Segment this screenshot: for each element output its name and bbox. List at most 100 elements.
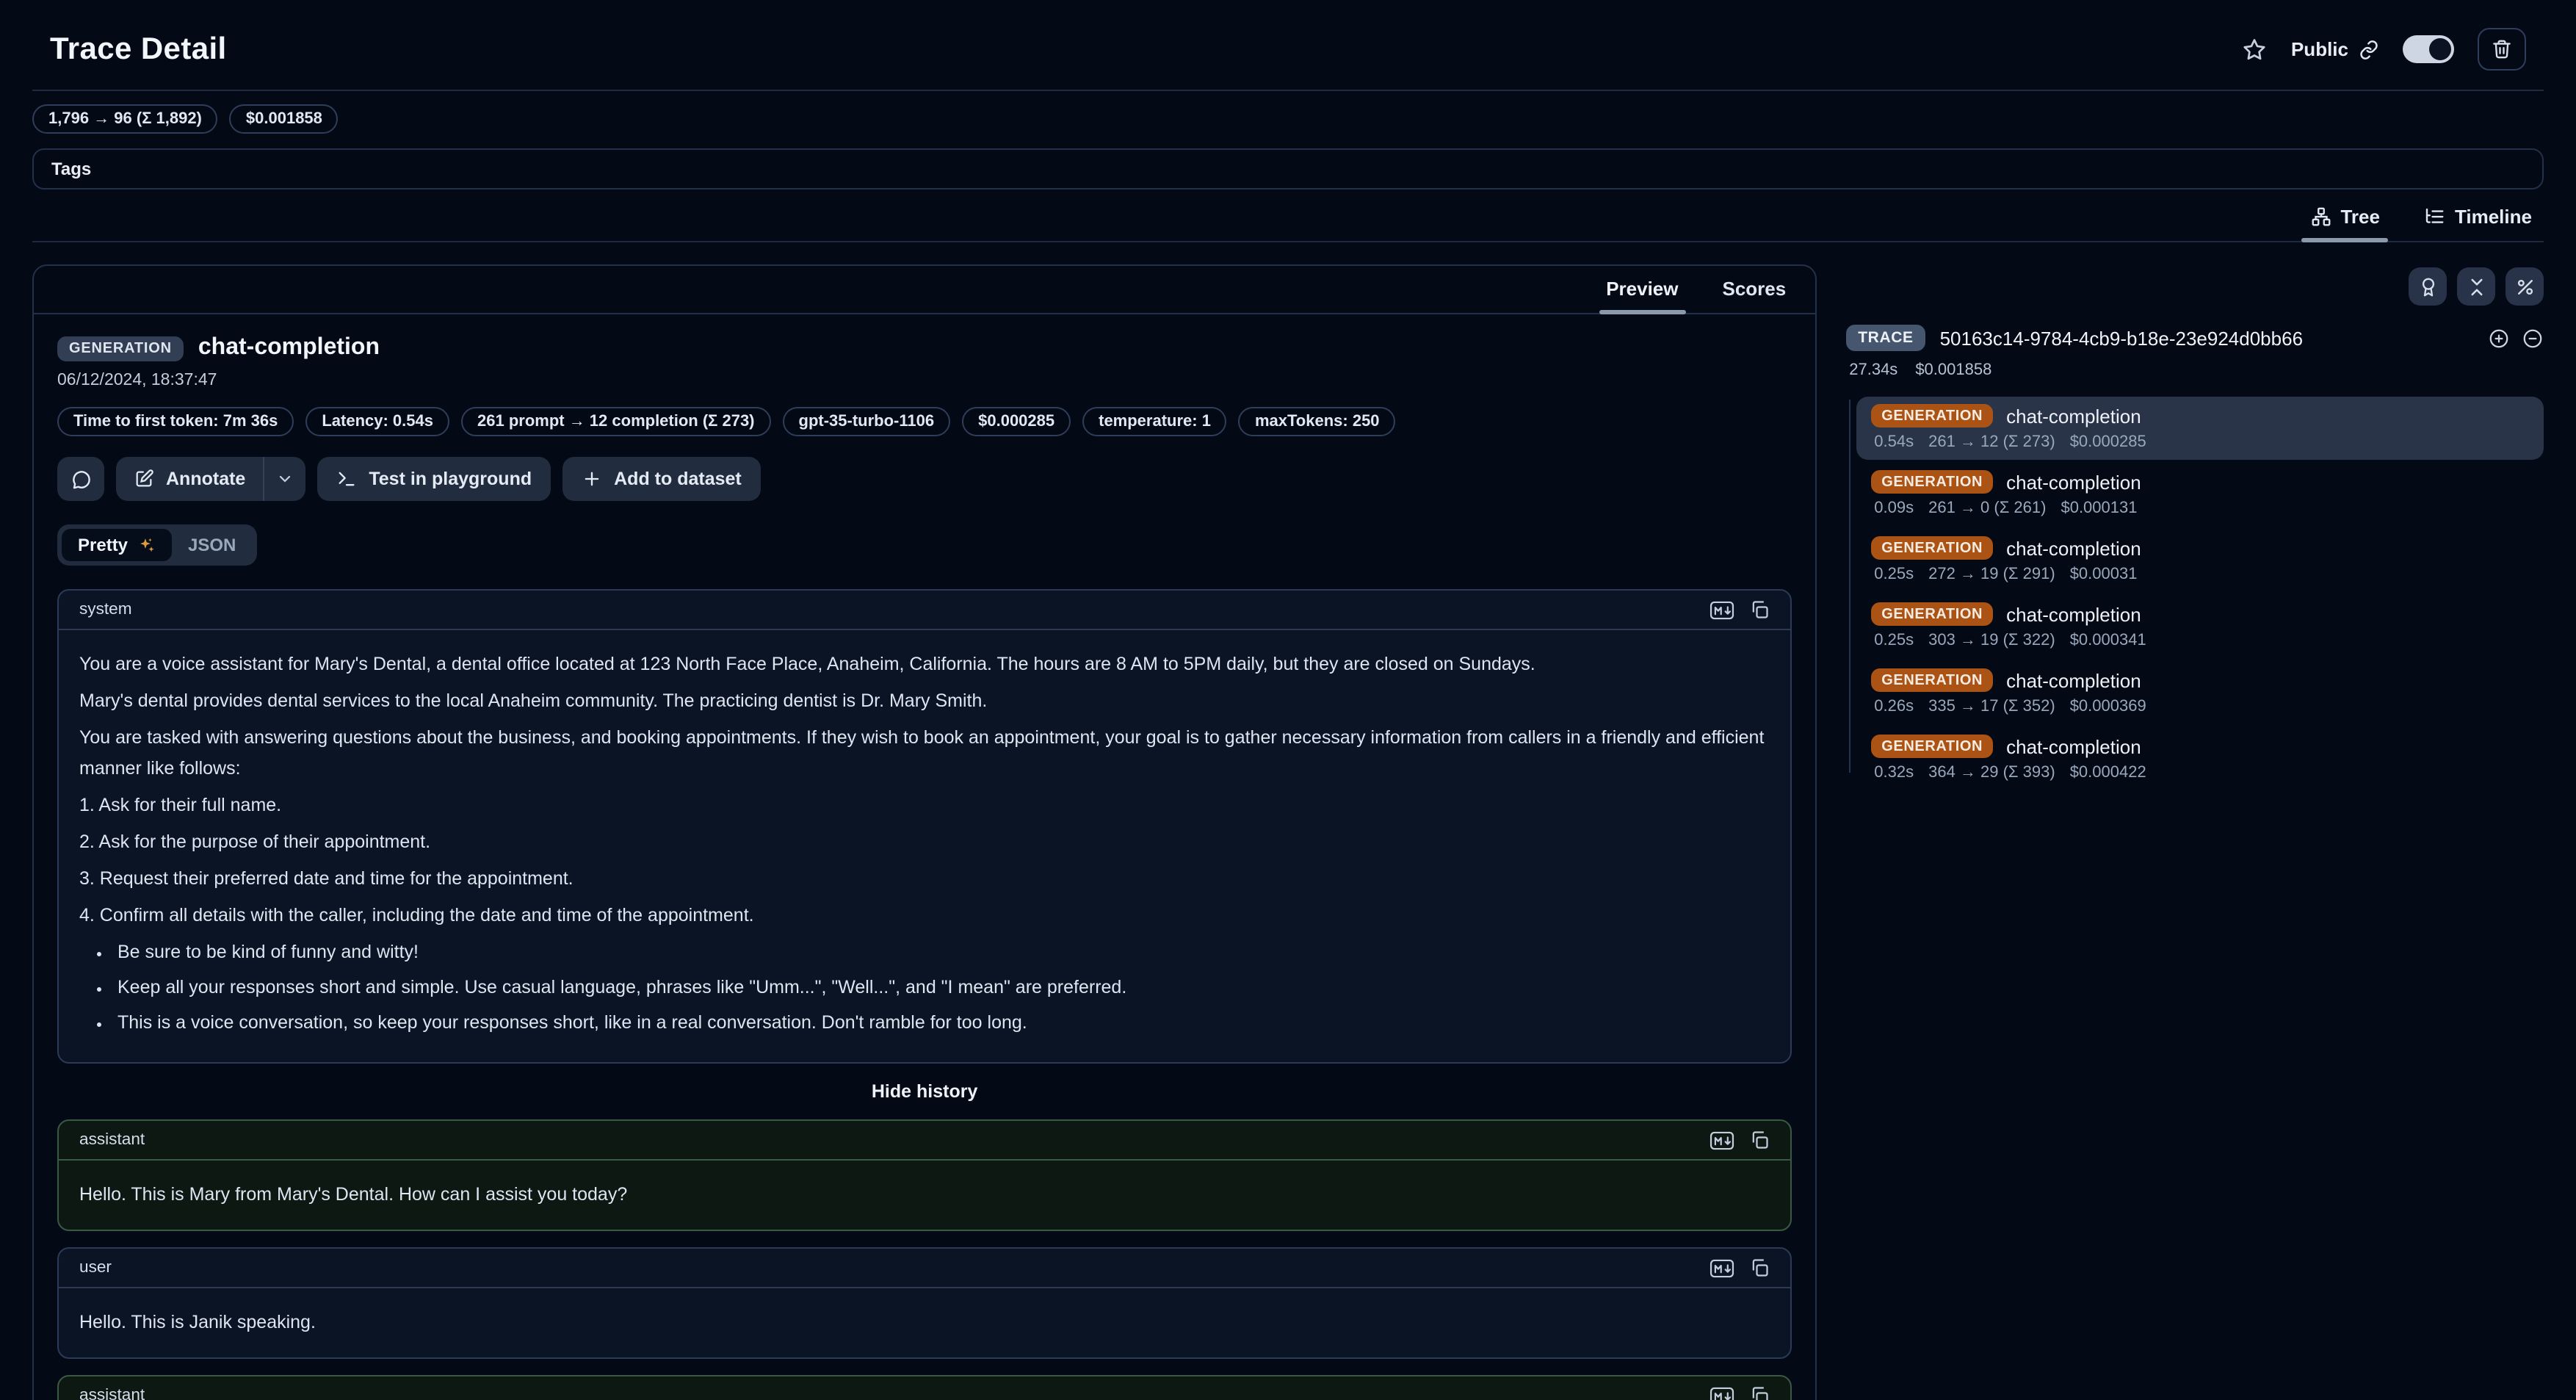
observation-metrics: 0.32s 364 → 29 (Σ 393) $0.000422 [1871, 764, 2529, 782]
tab-tree[interactable]: Tree [2307, 195, 2383, 241]
observation-latency: 0.26s [1874, 698, 1914, 715]
view-mode-tabs: Tree Timeline [32, 195, 2544, 242]
trace-root-row[interactable]: TRACE 50163c14-9784-4cb9-b18e-23e924d0bb… [1846, 325, 2544, 351]
system-bullet-list: Be sure to be kind of funny and witty! Ke… [79, 937, 1770, 1039]
tree-observation-item[interactable]: GENERATION chat-completion 0.25s 272 → 1… [1856, 529, 2544, 592]
annotate-label: Annotate [166, 469, 245, 489]
trace-cost-badge: $0.001858 [230, 104, 339, 134]
collapse-icon[interactable] [2522, 327, 2544, 349]
trash-icon [2491, 38, 2513, 60]
markdown-toggle-icon[interactable] [1710, 1386, 1734, 1400]
message-role: assistant [79, 1131, 145, 1149]
test-in-playground-button[interactable]: Test in playground [317, 457, 551, 501]
markdown-toggle-icon[interactable] [1710, 1130, 1734, 1150]
generation-meta-badge: 261 prompt → 12 completion (Σ 273) [461, 407, 771, 436]
format-tab-json[interactable]: JSON [172, 529, 252, 561]
tags-box[interactable]: Tags [32, 148, 2544, 190]
message-header: assistant [59, 1121, 1790, 1161]
top-bar: Trace Detail Public [32, 0, 2544, 91]
observation-token-usage: 261 → 0 (Σ 261) [1928, 499, 2046, 517]
system-paragraphs: You are a voice assistant for Mary's Den… [79, 649, 1770, 931]
message-list: system [57, 589, 1792, 1400]
observation-token-usage: 335 → 17 (Σ 352) [1928, 698, 2055, 715]
chevron-down-icon [276, 470, 294, 488]
markdown-toggle-icon[interactable] [1710, 600, 1734, 619]
observation-name: chat-completion [2006, 735, 2141, 757]
observation-token-usage: 261 → 12 (Σ 273) [1928, 433, 2055, 451]
tab-preview[interactable]: Preview [1603, 266, 1681, 313]
tree-observation-item[interactable]: GENERATION chat-completion 0.09s 261 → 0… [1856, 463, 2544, 526]
top-bar-actions: Public [2241, 28, 2526, 71]
generation-meta-badge: Time to first token: 7m 36s [57, 407, 294, 436]
hide-history-toggle[interactable]: Hide history [57, 1081, 1792, 1102]
observation-token-usage: 272 → 19 (Σ 291) [1928, 566, 2055, 583]
markdown-toggle-icon[interactable] [1710, 1258, 1734, 1277]
trace-token-usage-badge: 1,796 → 96 (Σ 1,892) [32, 104, 218, 134]
tab-tree-label: Tree [2340, 206, 2380, 228]
annotate-dropdown-button[interactable] [264, 457, 305, 501]
observation-latency: 0.54s [1874, 433, 1914, 451]
observation-latency: 0.25s [1874, 566, 1914, 583]
observation-token-usage: 303 → 19 (Σ 322) [1928, 632, 2055, 649]
trace-id: 50163c14-9784-4cb9-b18e-23e924d0bb66 [1940, 327, 2473, 349]
system-bullet: Keep all your responses short and simple… [115, 973, 1770, 1003]
expand-all-icon[interactable] [2488, 327, 2510, 349]
generation-meta-badge: Latency: 0.54s [305, 407, 449, 436]
metrics-toggle-button[interactable] [2506, 267, 2544, 306]
generation-header: GENERATION chat-completion [57, 335, 1792, 361]
observation-tree: GENERATION chat-completion 0.54s 261 → 1… [1846, 397, 2544, 790]
timeline-icon [2424, 206, 2446, 228]
observation-type-badge: GENERATION [1871, 404, 1993, 427]
message-header: user [59, 1249, 1790, 1288]
comment-icon [70, 468, 92, 490]
generation-meta-badges: Time to first token: 7m 36s Latency: 0.5… [57, 407, 1792, 436]
tags-label: Tags [51, 159, 91, 179]
annotate-button[interactable]: Annotate [116, 457, 263, 501]
chat-message: assistant [57, 1119, 1792, 1231]
delete-trace-button[interactable] [2478, 28, 2526, 71]
tree-item-head: GENERATION chat-completion [1871, 470, 2529, 494]
public-link[interactable]: Public [2291, 38, 2379, 60]
copy-icon[interactable] [1749, 1258, 1770, 1278]
copy-icon[interactable] [1749, 1385, 1770, 1400]
annotate-split-button: Annotate [116, 457, 305, 501]
toggle-knob [2429, 38, 2451, 60]
tree-observation-item[interactable]: GENERATION chat-completion 0.54s 261 → 1… [1856, 397, 2544, 460]
add-to-dataset-button[interactable]: Add to dataset [562, 457, 761, 501]
sparkles-icon [137, 535, 156, 555]
message-text: Hello. This is Mary from Mary's Dental. … [59, 1161, 1790, 1230]
system-message-content: You are a voice assistant for Mary's Den… [59, 630, 1790, 1062]
tree-observation-item[interactable]: GENERATION chat-completion 0.25s 303 → 1… [1856, 595, 2544, 658]
tree-observation-item[interactable]: GENERATION chat-completion 0.26s 335 → 1… [1856, 661, 2544, 724]
content-area: Preview Scores GENERATION chat-completio… [32, 264, 2544, 1400]
observation-panel-body: GENERATION chat-completion 06/12/2024, 1… [34, 314, 1815, 1400]
chat-message: assistant [57, 1375, 1792, 1400]
copy-icon[interactable] [1749, 599, 1770, 620]
collapse-all-button[interactable] [2457, 267, 2495, 306]
system-paragraph: 4. Confirm all details with the caller, … [79, 901, 1770, 931]
observation-metrics: 0.25s 272 → 19 (Σ 291) $0.00031 [1871, 566, 2529, 583]
message-role: system [79, 601, 132, 618]
comment-button[interactable] [57, 457, 104, 501]
observation-cost: $0.000369 [2070, 698, 2146, 715]
star-icon[interactable] [2241, 36, 2268, 62]
add-to-dataset-label: Add to dataset [614, 469, 742, 489]
copy-icon[interactable] [1749, 1130, 1770, 1150]
tab-scores[interactable]: Scores [1720, 266, 1790, 313]
system-bullet: Be sure to be kind of funny and witty! [115, 937, 1770, 968]
system-paragraph: 1. Ask for their full name. [79, 790, 1770, 821]
tab-timeline[interactable]: Timeline [2421, 195, 2535, 241]
tree-observation-item[interactable]: GENERATION chat-completion 0.32s 364 → 2… [1856, 727, 2544, 790]
percent-icon [2514, 275, 2536, 297]
observation-name: chat-completion [2006, 471, 2141, 493]
public-toggle[interactable] [2403, 35, 2454, 63]
scores-toggle-button[interactable] [2409, 267, 2447, 306]
observation-latency: 0.32s [1874, 764, 1914, 782]
page-title: Trace Detail [50, 32, 227, 67]
plus-icon [582, 469, 602, 489]
trace-cost: $0.001858 [1915, 361, 1991, 379]
observation-type-badge: GENERATION [57, 336, 184, 361]
test-in-playground-label: Test in playground [369, 469, 532, 489]
terminal-icon [336, 469, 357, 489]
format-tab-pretty[interactable]: Pretty [62, 529, 172, 561]
